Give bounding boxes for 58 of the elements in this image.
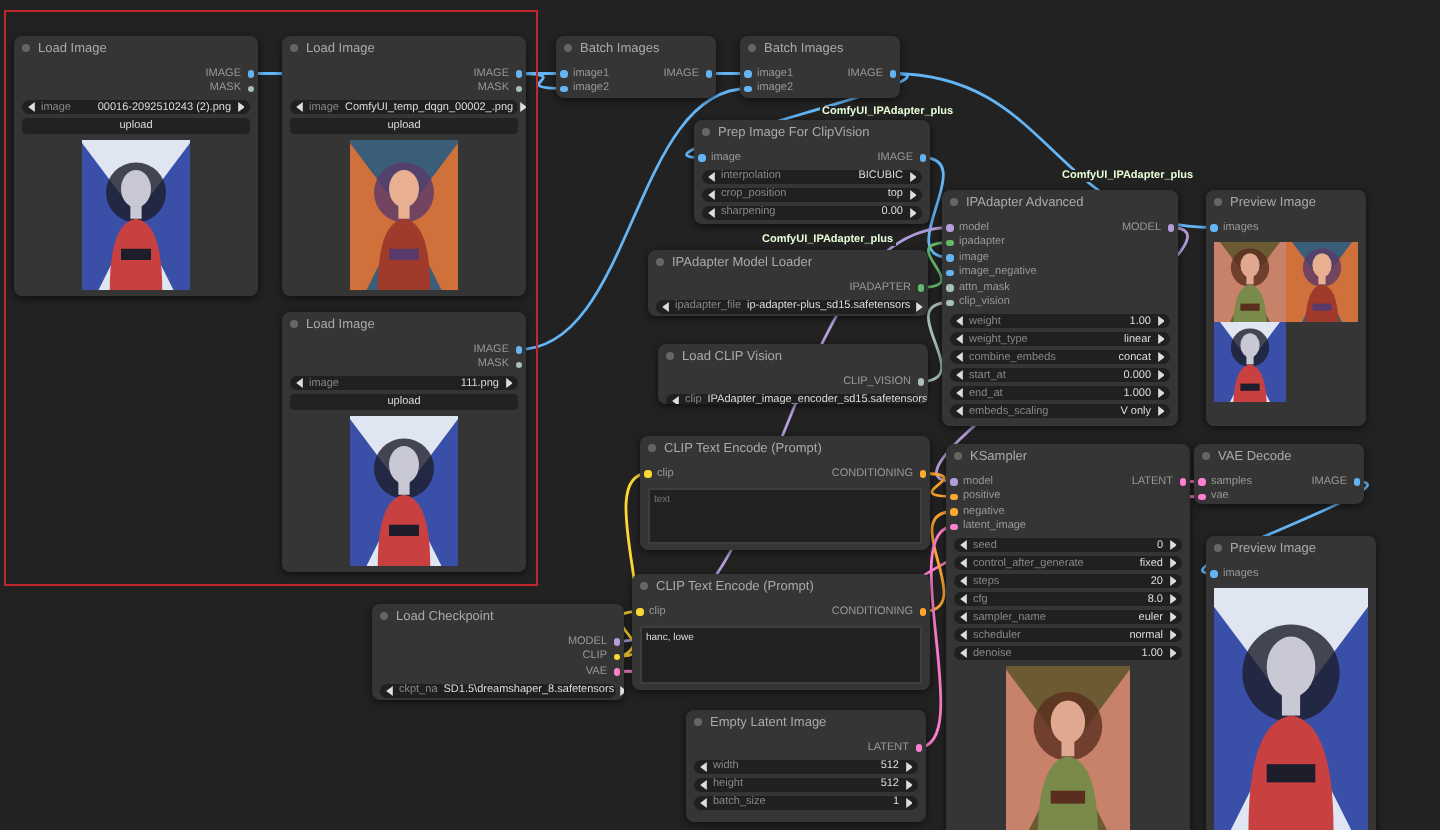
port-dot[interactable] (1210, 570, 1217, 577)
collapse-dot-icon[interactable] (666, 352, 674, 360)
port-dot[interactable] (946, 239, 953, 246)
port-dot[interactable] (644, 470, 651, 477)
collapse-dot-icon[interactable] (1214, 544, 1222, 552)
port-dot[interactable] (560, 70, 567, 77)
port-dot[interactable] (515, 361, 522, 368)
left-arrow-icon[interactable] (662, 301, 669, 311)
collapse-dot-icon[interactable] (950, 198, 958, 206)
port-dot[interactable] (515, 346, 522, 353)
collapse-dot-icon[interactable] (702, 128, 710, 136)
port-dot[interactable] (889, 70, 896, 77)
collapse-dot-icon[interactable] (656, 258, 664, 266)
left-arrow-icon[interactable] (28, 102, 35, 112)
port-dot[interactable] (1179, 478, 1186, 485)
collapse-dot-icon[interactable] (954, 452, 962, 460)
port-dot[interactable] (946, 224, 953, 231)
left-arrow-icon[interactable] (672, 395, 679, 404)
collapse-dot-icon[interactable] (290, 44, 298, 52)
port-dot[interactable] (1353, 478, 1360, 485)
port-dot[interactable] (705, 70, 712, 77)
collapse-dot-icon[interactable] (290, 320, 298, 328)
right-arrow-icon[interactable] (237, 102, 244, 112)
port-dot[interactable] (950, 478, 957, 485)
port-dot[interactable] (744, 85, 751, 92)
port-dot[interactable] (946, 269, 953, 276)
port-dot[interactable] (1210, 224, 1217, 231)
right-arrow-icon[interactable] (505, 378, 512, 388)
collapse-dot-icon[interactable] (748, 44, 756, 52)
port-dot[interactable] (919, 154, 926, 161)
port-dot[interactable] (1167, 224, 1174, 231)
port-dot[interactable] (917, 284, 924, 291)
collapse-dot-icon[interactable] (380, 612, 388, 620)
port-dot[interactable] (744, 70, 751, 77)
port-dot[interactable] (917, 378, 924, 385)
port-dot[interactable] (698, 154, 705, 161)
right-arrow-icon[interactable] (916, 301, 924, 311)
collapse-dot-icon[interactable] (22, 44, 30, 52)
port-dot[interactable] (515, 85, 522, 92)
right-arrow-icon[interactable] (519, 102, 526, 112)
port-dot[interactable] (1198, 478, 1205, 485)
port-dot[interactable] (915, 744, 922, 751)
port-dot[interactable] (946, 299, 953, 306)
collapse-dot-icon[interactable] (1202, 452, 1210, 460)
port-dot[interactable] (919, 470, 926, 477)
left-arrow-icon[interactable] (386, 685, 393, 695)
left-arrow-icon[interactable] (296, 102, 303, 112)
collapse-dot-icon[interactable] (694, 718, 702, 726)
collapse-dot-icon[interactable] (648, 444, 656, 452)
port-dot[interactable] (247, 85, 254, 92)
port-dot[interactable] (946, 254, 953, 261)
port-dot[interactable] (515, 70, 522, 77)
left-arrow-icon[interactable] (296, 378, 303, 388)
port-dot[interactable] (946, 284, 953, 291)
port-dot[interactable] (560, 85, 567, 92)
collapse-dot-icon[interactable] (1214, 198, 1222, 206)
collapse-dot-icon[interactable] (564, 44, 572, 52)
port-dot[interactable] (247, 70, 254, 77)
